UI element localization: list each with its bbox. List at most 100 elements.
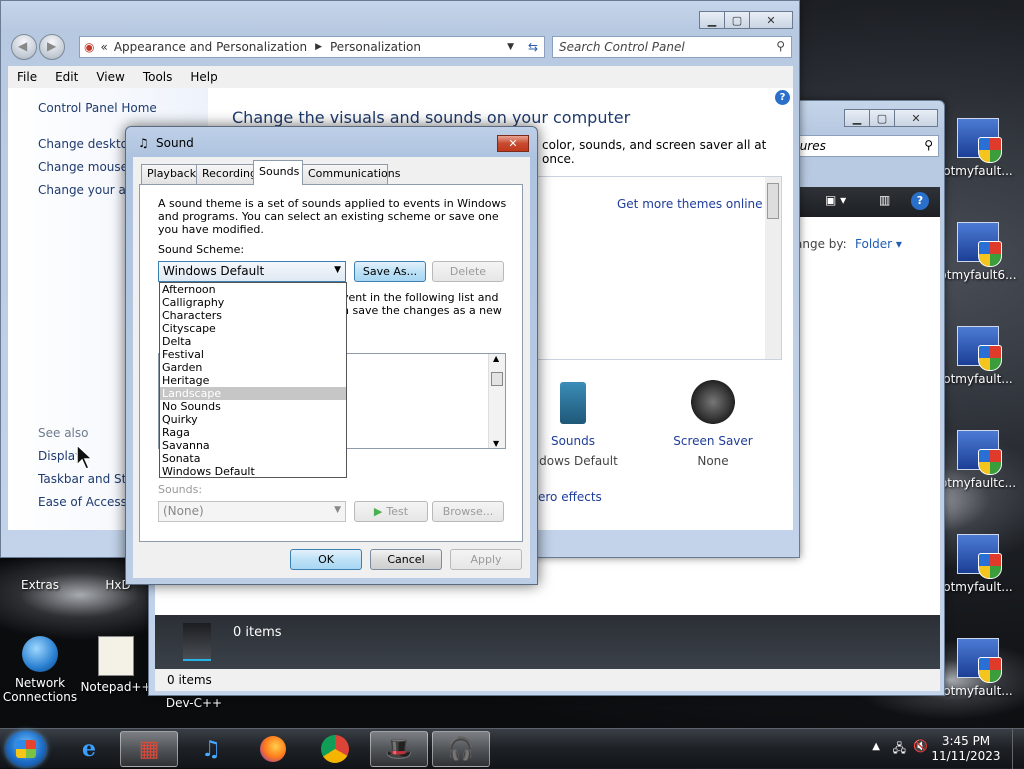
help-icon[interactable]: ? (775, 90, 790, 105)
arrange-by-dropdown[interactable]: Folder ▾ (855, 237, 902, 251)
taskbar-link[interactable]: Taskbar and Star (38, 472, 139, 486)
browse-button[interactable]: Browse... (432, 501, 504, 522)
sound-scheme-label: Sound Scheme: (158, 243, 245, 256)
maximize-button[interactable]: ▢ (724, 11, 750, 29)
scheme-option[interactable]: No Sounds (160, 400, 346, 413)
save-as-button[interactable]: Save As... (354, 261, 426, 282)
close-button[interactable]: ✕ (749, 11, 793, 29)
scroll-down-icon[interactable]: ▼ (493, 439, 499, 448)
dialog-close-button[interactable]: ✕ (497, 135, 529, 152)
desktop-icon-file-1[interactable]: otmyfault... (938, 118, 1018, 178)
screensaver-setting[interactable]: Screen Saver None (668, 380, 758, 468)
preview-pane-icon[interactable]: ▥ (879, 193, 890, 207)
tab-sounds[interactable]: Sounds (253, 160, 303, 185)
desktop-icon-file-3[interactable]: otmyfault... (938, 326, 1018, 386)
taskbar-explorer[interactable]: ▦ (120, 731, 178, 767)
menu-tools[interactable]: Tools (143, 70, 173, 84)
sound-scheme-combo[interactable]: Windows Default ▼ (158, 261, 346, 282)
change-account-link[interactable]: Change your acc (38, 183, 139, 197)
minimize-button[interactable]: ▁ (699, 11, 725, 29)
desktop-icon-file-5[interactable]: otmyfault... (938, 534, 1018, 594)
menu-help[interactable]: Help (190, 70, 217, 84)
scheme-option-highlighted[interactable]: Landscape (160, 387, 346, 400)
scheme-option[interactable]: Sonata (160, 452, 346, 465)
explorer-search-box[interactable]: tures ⚲ (789, 135, 939, 157)
maximize-button[interactable]: ▢ (869, 109, 895, 127)
scheme-option[interactable]: Afternoon (160, 283, 346, 296)
menu-view[interactable]: View (96, 70, 124, 84)
scheme-option[interactable]: Garden (160, 361, 346, 374)
forward-button[interactable]: ▶ (39, 34, 65, 60)
internet-explorer-icon: e (82, 736, 96, 762)
cp-caption-buttons: ▁ ▢ ✕ (699, 11, 793, 29)
ease-of-access-link[interactable]: Ease of Access C (38, 495, 139, 509)
start-button[interactable] (6, 731, 46, 767)
taskbar-firefox[interactable] (244, 731, 302, 767)
desktop-icon-file-2[interactable]: otmyfault6... (938, 222, 1018, 282)
show-hidden-icons[interactable]: ▲ (872, 741, 880, 752)
scroll-thumb[interactable] (767, 183, 779, 219)
control-panel-home-link[interactable]: Control Panel Home (38, 101, 157, 115)
delete-button[interactable]: Delete (432, 261, 504, 282)
scroll-thumb[interactable] (491, 372, 503, 386)
explorer-details-pane: 0 items (155, 615, 940, 669)
breadcrumb-personalization[interactable]: Personalization (330, 40, 421, 54)
sounds-setting[interactable]: Sounds indows Default (528, 382, 618, 468)
desktop-icon-file-6[interactable]: otmyfault... (938, 638, 1018, 698)
search-input[interactable]: Search Control Panel ⚲ (552, 36, 792, 58)
menu-edit[interactable]: Edit (55, 70, 78, 84)
screensaver-icon (691, 380, 735, 424)
refresh-icon[interactable]: ⇆ (528, 40, 538, 54)
tab-recording[interactable]: Recording (196, 164, 257, 184)
scheme-option[interactable]: Characters (160, 309, 346, 322)
taskbar-app-hat[interactable]: 🎩 (370, 731, 428, 767)
desktop-icon-file-4[interactable]: otmyfaultc... (938, 430, 1018, 490)
scheme-option[interactable]: Festival (160, 348, 346, 361)
test-button[interactable]: ▶ Test (354, 501, 428, 522)
scheme-option[interactable]: Cityscape (160, 322, 346, 335)
sound-scheme-dropdown[interactable]: Afternoon Calligraphy Characters Citysca… (159, 282, 347, 478)
desktop-icon-extras[interactable]: Extras (0, 578, 80, 592)
tab-communications[interactable]: Communications (302, 164, 400, 184)
scheme-option[interactable]: Quirky (160, 413, 346, 426)
apply-button[interactable]: Apply (450, 549, 522, 570)
taskbar-chrome[interactable] (306, 731, 364, 767)
menu-file[interactable]: File (17, 70, 37, 84)
page-heading: Change the visuals and sounds on your co… (232, 108, 631, 127)
events-scrollbar[interactable]: ▲ ▼ (488, 354, 505, 448)
get-more-themes-link[interactable]: Get more themes online (617, 197, 763, 211)
address-bar[interactable]: ◉ « Appearance and Personalization ▶ Per… (79, 36, 545, 58)
clock[interactable]: 3:45 PM 11/11/2023 (926, 734, 1006, 764)
scheme-option[interactable]: Windows Default (160, 465, 346, 478)
scheme-option[interactable]: Heritage (160, 374, 346, 387)
scheme-option[interactable]: Raga (160, 426, 346, 439)
network-icon[interactable]: 🖧 (893, 739, 906, 760)
see-also-heading: See also (38, 426, 89, 440)
breadcrumb-appearance[interactable]: Appearance and Personalization (114, 40, 307, 54)
desktop-icon-network-connections[interactable]: Network Connections (0, 636, 80, 704)
view-icon[interactable]: ▣ ▾ (825, 193, 846, 207)
close-button[interactable]: ✕ (894, 109, 938, 127)
cancel-button[interactable]: Cancel (370, 549, 442, 570)
sounds-combo[interactable]: (None) ▼ (158, 501, 346, 522)
minimize-button[interactable]: ▁ (844, 109, 870, 127)
scheme-option[interactable]: Delta (160, 335, 346, 348)
aero-effects-link[interactable]: ero effects (538, 490, 602, 504)
scheme-option[interactable]: Calligraphy (160, 296, 346, 309)
ok-button[interactable]: OK (290, 549, 362, 570)
taskbar-sound-settings[interactable]: 🎧 (432, 731, 490, 767)
help-icon[interactable]: ? (911, 192, 929, 210)
back-button[interactable]: ◀ (11, 34, 37, 60)
change-desktop-link[interactable]: Change desktop (38, 137, 136, 151)
taskbar-ie[interactable]: e (60, 731, 118, 767)
scheme-option[interactable]: Savanna (160, 439, 346, 452)
tab-playback[interactable]: Playback (141, 164, 197, 184)
theme-list-scrollbar[interactable] (765, 177, 781, 359)
desktop-icon-devcpp[interactable]: Dev-C++ (154, 696, 234, 710)
show-desktop-button[interactable] (1012, 729, 1024, 769)
address-dropdown-icon[interactable]: ▼ (507, 42, 514, 52)
overflow-chevron[interactable]: « (100, 40, 107, 54)
scroll-up-icon[interactable]: ▲ (493, 354, 499, 363)
desktop-icon-notepadpp[interactable]: Notepad++ (76, 636, 156, 694)
taskbar-music[interactable]: ♫ (182, 731, 240, 767)
